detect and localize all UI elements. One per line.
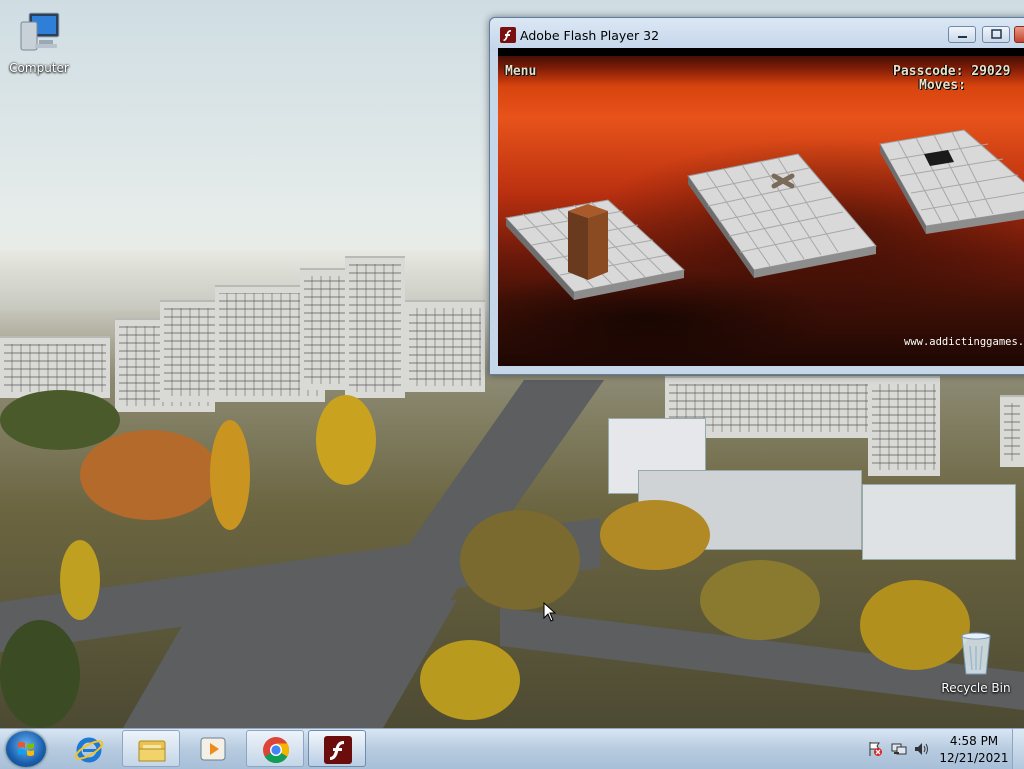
minimize-icon [958,36,967,38]
flash-player-icon [500,27,516,43]
window-titlebar[interactable]: Adobe Flash Player 32 [490,18,1024,52]
close-button[interactable] [1014,26,1024,43]
volume-icon[interactable] [914,741,930,757]
game-menu-button[interactable]: Menu [505,64,536,79]
passcode-readout: Passcode: 29029 [893,64,1010,79]
maximize-button[interactable] [982,26,1010,43]
maximize-icon [991,29,1002,39]
taskbar-internet-explorer[interactable] [60,730,118,767]
window-title: Adobe Flash Player 32 [520,28,660,43]
media-player-icon [200,737,226,761]
level-board-3 [879,129,1024,234]
computer-icon [20,12,60,51]
show-desktop-button[interactable] [1012,729,1024,769]
flash-game-stage[interactable]: Menu Passcode: 29029 Moves: www.addictin… [498,48,1024,366]
player-block [568,204,608,280]
windows-start-icon [18,742,34,756]
desktop-icon-recycle-bin[interactable]: Recycle Bin [939,632,1013,695]
desktop-icon-computer[interactable]: Computer [2,8,76,75]
desktop-icon-label: Recycle Bin [941,681,1011,695]
mouse-cursor-icon [543,602,557,622]
close-icon [1015,27,1024,42]
system-tray: 4:58 PM 12/21/2021 [862,729,1024,769]
flash-player-icon [324,736,352,764]
start-button[interactable] [6,731,46,767]
level-board-2 [687,153,877,278]
taskbar-file-explorer[interactable] [122,730,180,767]
chrome-icon [263,737,290,764]
flash-player-window[interactable]: Adobe Flash Player 32 Menu Passcode: 290… [489,17,1024,375]
internet-explorer-icon [74,737,104,763]
passcode-label: Passcode: [893,64,964,79]
taskbar-chrome[interactable] [246,730,304,767]
moves-label: Moves: [919,78,966,93]
taskbar-media-player[interactable] [184,730,242,767]
website-link[interactable]: www.addictinggames.com [904,336,1024,348]
recycle-bin-icon [961,632,991,675]
action-center-icon[interactable] [867,741,883,757]
taskbar-flash-player[interactable] [308,730,366,767]
game-board [505,129,1024,300]
minimize-button[interactable] [948,26,976,43]
taskbar-clock[interactable]: 4:58 PM 12/21/2021 [939,733,1009,767]
clock-date: 12/21/2021 [939,751,1009,765]
network-icon[interactable] [891,741,907,757]
folder-icon [138,740,166,762]
taskbar: 4:58 PM 12/21/2021 [0,728,1024,769]
clock-time: 4:58 PM [949,734,999,748]
desktop-icon-label: Computer [9,61,69,75]
passcode-value: 29029 [971,64,1011,79]
moves-readout: Moves: [919,78,966,93]
